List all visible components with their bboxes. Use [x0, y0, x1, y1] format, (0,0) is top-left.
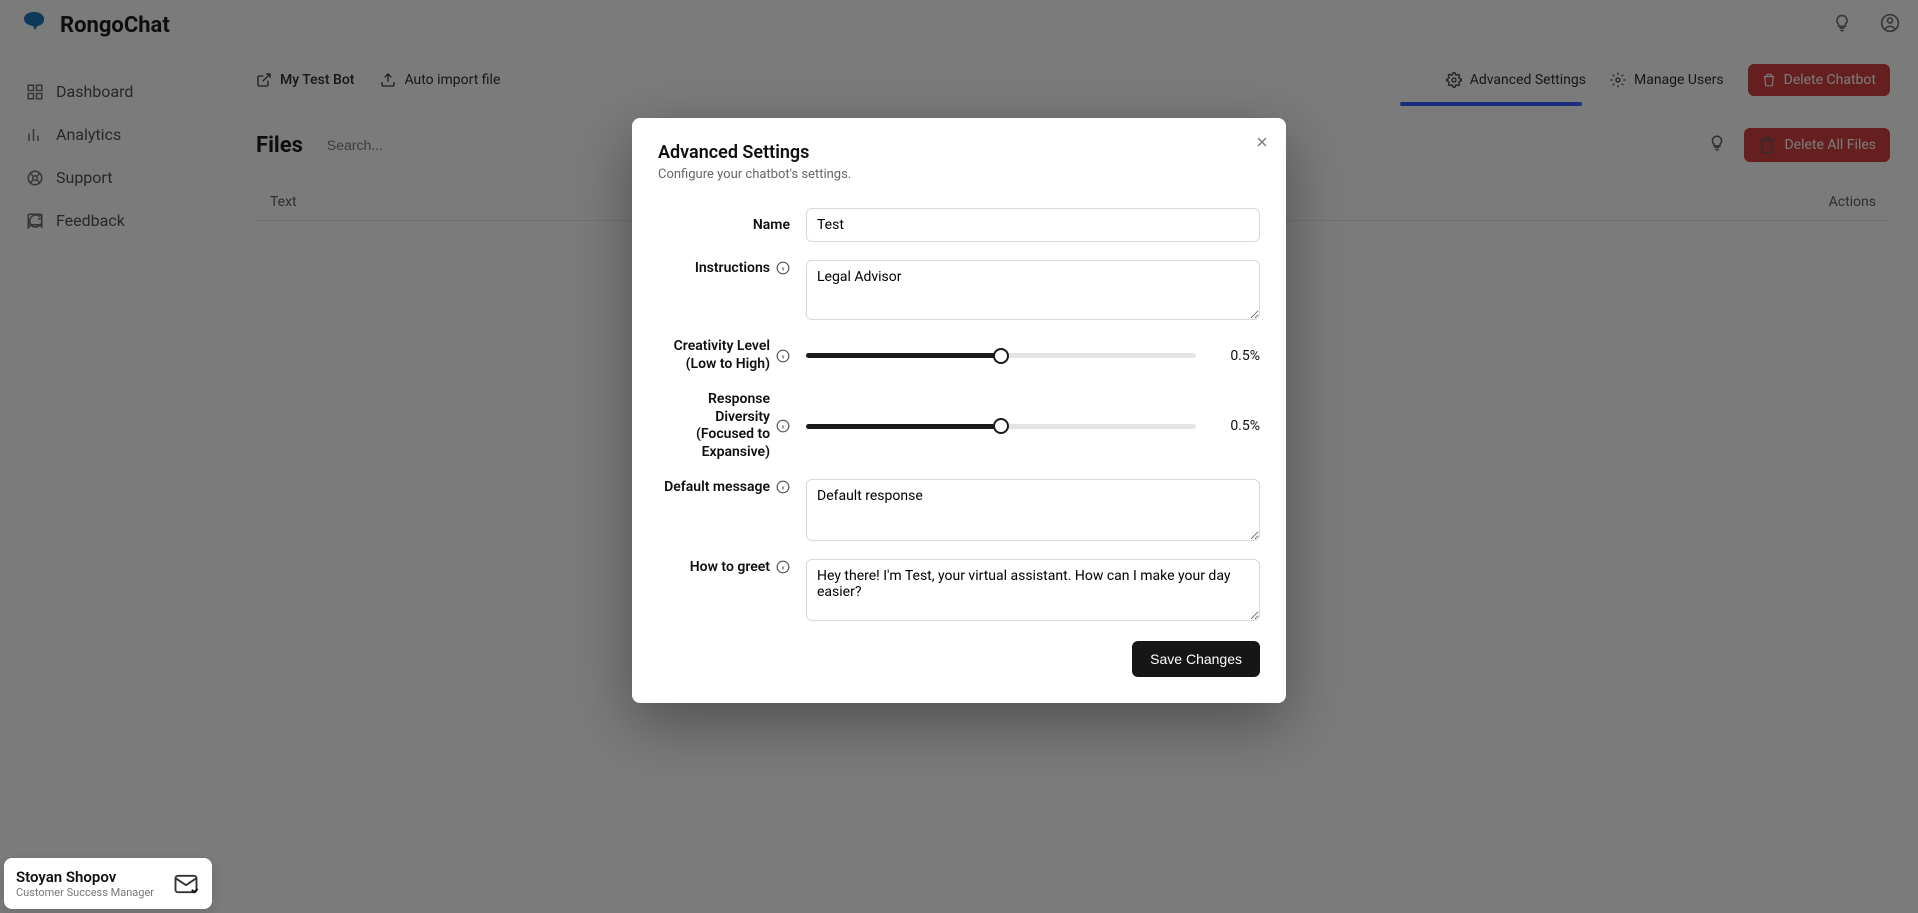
info-icon[interactable]	[776, 349, 790, 363]
creativity-label: Creativity Level (Low to High)	[658, 338, 790, 373]
name-input[interactable]	[806, 208, 1260, 242]
modal-overlay[interactable]: Advanced Settings Configure your chatbot…	[0, 0, 1918, 913]
info-icon[interactable]	[776, 261, 790, 275]
slider-fill	[806, 424, 1001, 429]
csm-role: Customer Success Manager	[16, 886, 154, 899]
save-changes-button[interactable]: Save Changes	[1132, 641, 1260, 677]
csm-name: Stoyan Shopov	[16, 868, 154, 886]
diversity-label: Response Diversity (Focused to Expansive…	[658, 391, 790, 461]
slider-thumb[interactable]	[993, 348, 1009, 364]
slider-thumb[interactable]	[993, 418, 1009, 434]
modal-subtitle: Configure your chatbot's settings.	[658, 167, 1260, 182]
close-icon	[1254, 134, 1270, 150]
creativity-slider[interactable]	[806, 353, 1196, 358]
instructions-label: Instructions	[658, 260, 790, 276]
diversity-slider[interactable]	[806, 424, 1196, 429]
mail-icon	[172, 870, 200, 898]
close-button[interactable]	[1254, 134, 1270, 154]
diversity-value: 0.5%	[1212, 418, 1260, 434]
default-message-input[interactable]	[806, 479, 1260, 541]
how-to-greet-label: How to greet	[658, 559, 790, 575]
info-icon[interactable]	[776, 419, 790, 433]
instructions-input[interactable]	[806, 260, 1260, 320]
advanced-settings-modal: Advanced Settings Configure your chatbot…	[632, 118, 1286, 703]
info-icon[interactable]	[776, 480, 790, 494]
default-message-label: Default message	[658, 479, 790, 495]
modal-title: Advanced Settings	[658, 142, 1260, 163]
slider-fill	[806, 353, 1001, 358]
csm-card[interactable]: Stoyan Shopov Customer Success Manager	[4, 858, 212, 909]
name-label: Name	[658, 217, 790, 233]
how-to-greet-input[interactable]	[806, 559, 1260, 621]
creativity-value: 0.5%	[1212, 348, 1260, 364]
info-icon[interactable]	[776, 560, 790, 574]
